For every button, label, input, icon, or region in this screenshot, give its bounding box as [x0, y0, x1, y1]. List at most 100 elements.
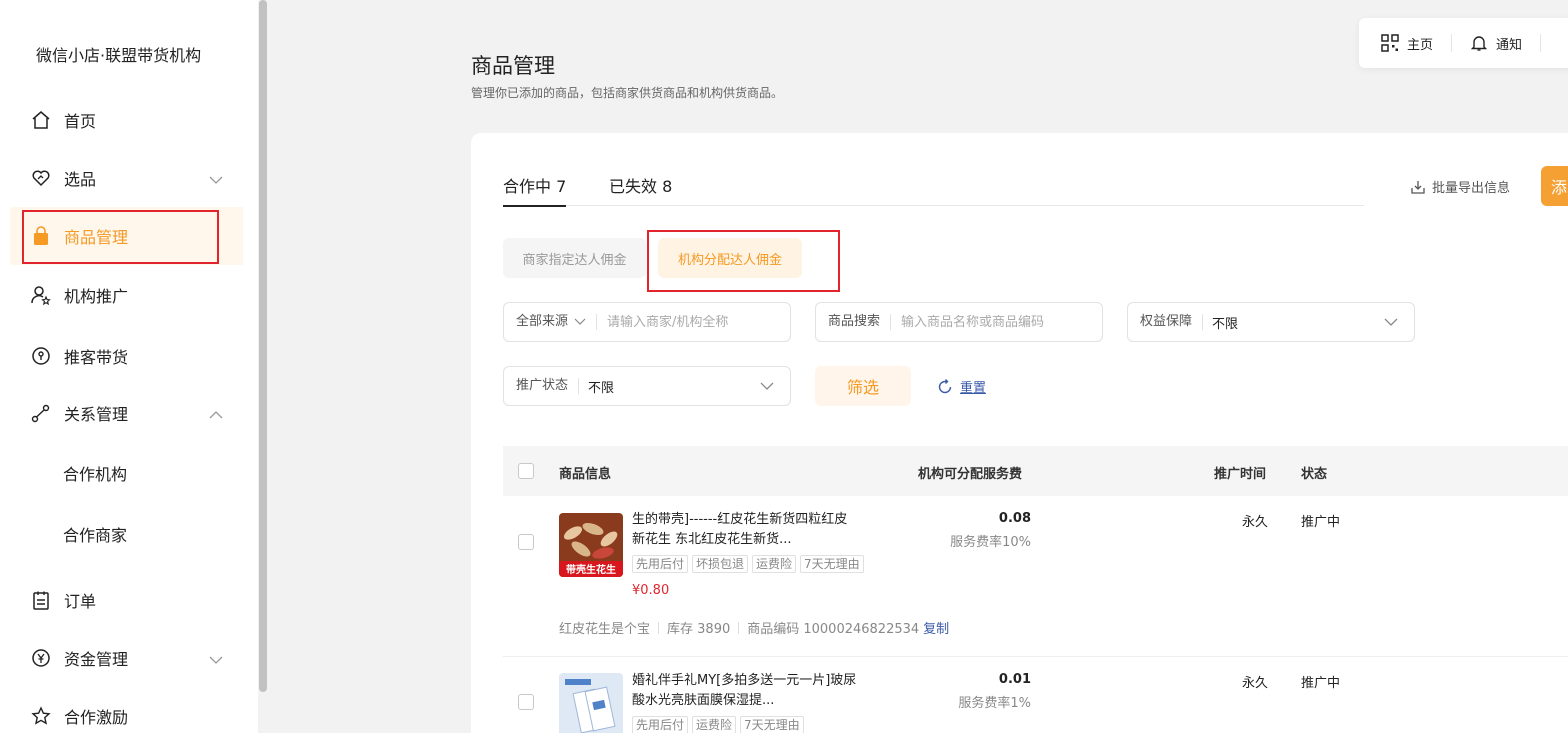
sidebar-item-promoter-sales[interactable]: 推客带货: [10, 327, 243, 385]
chevron-down-icon: [209, 650, 223, 669]
reset-button-label: 重置: [960, 381, 987, 396]
sidebar-item-label: 机构推广: [64, 287, 129, 306]
product-tags: 先用后付 坏损包退 运费险 7天无理由: [632, 555, 864, 573]
promotion-status-select[interactable]: 推广状态 不限: [503, 366, 791, 406]
product-thumbnail[interactable]: 带壳生花生: [559, 513, 623, 577]
source-dropdown[interactable]: 全部来源: [504, 314, 598, 330]
product-search-field: 商品搜索: [815, 302, 1103, 342]
promotion-time: 永久: [1242, 676, 1269, 691]
sidebar: 微信小店·联盟带货机构 首页 选品 商品管理 机构推广 推客带货 关系管理 合作…: [0, 0, 258, 733]
product-search-input[interactable]: [891, 314, 1072, 330]
tab-active-cooperation[interactable]: 合作中 7: [503, 173, 567, 207]
tag: 7天无理由: [740, 716, 804, 733]
promotion-status: 推广中: [1301, 515, 1341, 530]
sidebar-item-label: 订单: [64, 592, 97, 611]
tab-expired[interactable]: 已失效 8: [609, 173, 672, 205]
brand-title: 微信小店·联盟带货机构: [36, 46, 202, 65]
sidebar-item-agency-promotion[interactable]: 机构推广: [10, 266, 243, 324]
copy-code-button[interactable]: 复制: [923, 618, 949, 637]
add-product-button[interactable]: 添: [1541, 166, 1568, 206]
page-title: 商品管理: [471, 54, 555, 78]
segment-merchant-commission[interactable]: 商家指定达人佣金: [503, 238, 646, 278]
tag: 运费险: [692, 716, 737, 733]
header-product-info: 商品信息: [559, 467, 612, 482]
source-input[interactable]: [597, 314, 778, 330]
notification-link-label: 通知: [1496, 37, 1523, 53]
promotion-time: 永久: [1242, 515, 1269, 530]
chevron-down-icon: [574, 318, 586, 325]
table-row: 婚礼伴手礼MY[多拍多送一元一片]玻尿酸水光亮肤面膜保湿提... 先用后付 运费…: [503, 657, 1568, 733]
home-icon: [30, 109, 52, 131]
source-filter: 全部来源: [503, 302, 791, 342]
user-star-icon: [30, 284, 52, 306]
sidebar-item-label: 选品: [64, 170, 97, 189]
home-link[interactable]: 主页: [1381, 34, 1433, 53]
sidebar-item-label: 商品管理: [64, 228, 129, 247]
chevron-up-icon: [209, 405, 223, 424]
bell-icon: [1470, 36, 1488, 51]
product-meta: 红皮花生是个宝 库存 3890 商品编码 10000246822534 复制: [559, 618, 949, 637]
product-name[interactable]: 生的带壳]------红皮花生新货四粒红皮新花生 东北红皮花生新货...: [632, 510, 857, 550]
product-name[interactable]: 婚礼伴手礼MY[多拍多送一元一片]玻尿酸水光亮肤面膜保湿提...: [632, 671, 857, 711]
sidebar-item-incentives[interactable]: 合作激励: [10, 687, 243, 733]
filter-button[interactable]: 筛选: [815, 366, 911, 406]
header-service-fee: 机构可分配服务费: [918, 467, 1023, 482]
export-button[interactable]: 批量导出信息: [1410, 177, 1510, 196]
promotion-status-value: 不限: [588, 380, 615, 396]
select-all-checkbox[interactable]: [518, 463, 534, 479]
rights-select[interactable]: 权益保障 不限: [1127, 302, 1415, 342]
table-header: 商品信息 机构可分配服务费 推广时间 状态: [503, 446, 1568, 496]
service-fee-amount: 0.08: [998, 511, 1031, 526]
row-checkbox[interactable]: [518, 534, 534, 550]
sidebar-item-relationship-management[interactable]: 关系管理: [10, 384, 243, 442]
notification-link[interactable]: 通知: [1470, 34, 1522, 53]
row-checkbox[interactable]: [518, 694, 534, 710]
product-thumbnail[interactable]: [559, 673, 623, 733]
source-dropdown-label: 全部来源: [516, 314, 569, 329]
shop-name: 红皮花生是个宝: [559, 622, 651, 637]
toolbar-divider: [1451, 34, 1453, 52]
home-link-label: 主页: [1407, 37, 1434, 53]
page-subtitle: 管理你已添加的商品，包括商家供货商品和机构供货商品。: [471, 86, 784, 100]
segment-agency-commission[interactable]: 机构分配达人佣金: [658, 238, 802, 278]
sidebar-item-funds[interactable]: 资金管理: [10, 629, 243, 687]
qr-code-icon: [1381, 34, 1399, 52]
heart-tag-icon: [30, 167, 52, 189]
refresh-icon: [938, 378, 952, 393]
table-row: 带壳生花生 生的带壳]------红皮花生新货四粒红皮新花生 东北红皮花生新货.…: [503, 496, 1568, 657]
sidebar-item-selection[interactable]: 选品: [10, 149, 243, 207]
rights-select-value: 不限: [1212, 316, 1239, 332]
promotion-status-label: 推广状态: [504, 378, 580, 394]
tag: 7天无理由: [800, 555, 864, 573]
yen-coin-icon: [30, 647, 52, 669]
promotion-status: 推广中: [1301, 676, 1341, 691]
sidebar-item-orders[interactable]: 订单: [10, 571, 243, 629]
sidebar-subitem-partner-agencies[interactable]: 合作机构: [63, 461, 127, 485]
product-tags: 先用后付 运费险 7天无理由: [632, 716, 804, 733]
tag: 先用后付: [632, 555, 689, 573]
meta-divider: [738, 621, 740, 634]
service-fee-rate: 服务费率1%: [958, 696, 1031, 711]
sidebar-item-product-management[interactable]: 商品管理: [10, 207, 243, 265]
sidebar-subitem-partner-merchants[interactable]: 合作商家: [63, 522, 127, 546]
sidebar-item-home[interactable]: 首页: [10, 91, 243, 149]
tag: 运费险: [752, 555, 797, 573]
header-promotion-time: 推广时间: [1214, 467, 1267, 482]
product-price: ¥0.80: [632, 583, 670, 598]
meta-divider: [658, 621, 660, 634]
reset-button[interactable]: 重置: [936, 377, 986, 396]
product-card: 合作中 7 已失效 8 批量导出信息 添 商家指定达人佣金 机构分配达人佣金 全…: [471, 133, 1568, 733]
service-fee-rate: 服务费率10%: [950, 535, 1031, 550]
sidebar-scrollbar-thumb[interactable]: [259, 0, 267, 692]
download-icon: [1411, 180, 1425, 194]
top-toolbar: 主页 通知: [1359, 18, 1568, 68]
chevron-down-icon: [1384, 316, 1398, 331]
thumbnail-label: 带壳生花生: [566, 563, 616, 576]
tag: 坏损包退: [692, 555, 749, 573]
toolbar-divider: [1540, 34, 1542, 52]
star-icon: [30, 705, 52, 727]
shopping-bag-icon: [30, 225, 52, 247]
stock-count: 库存 3890: [667, 622, 731, 637]
product-search-label: 商品搜索: [816, 314, 892, 330]
sidebar-item-label: 推客带货: [64, 348, 129, 367]
